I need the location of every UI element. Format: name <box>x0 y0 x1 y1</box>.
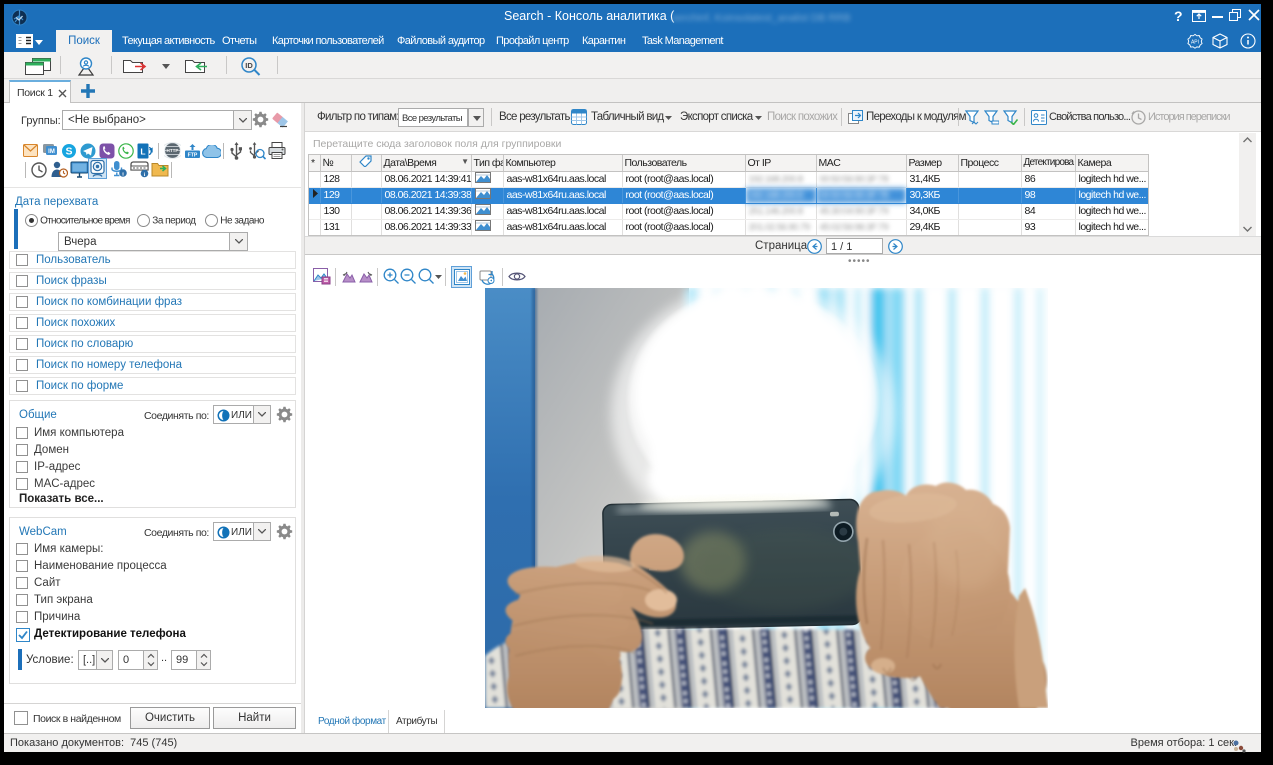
svg-text:S: S <box>65 146 72 158</box>
svg-text:IM: IM <box>48 149 55 155</box>
svg-text:HTTP: HTTP <box>167 148 179 153</box>
svg-text:FTP: FTP <box>188 153 198 159</box>
svg-text:L: L <box>140 147 145 157</box>
svg-text:API: API <box>1191 40 1199 46</box>
svg-text:ID: ID <box>245 61 253 70</box>
